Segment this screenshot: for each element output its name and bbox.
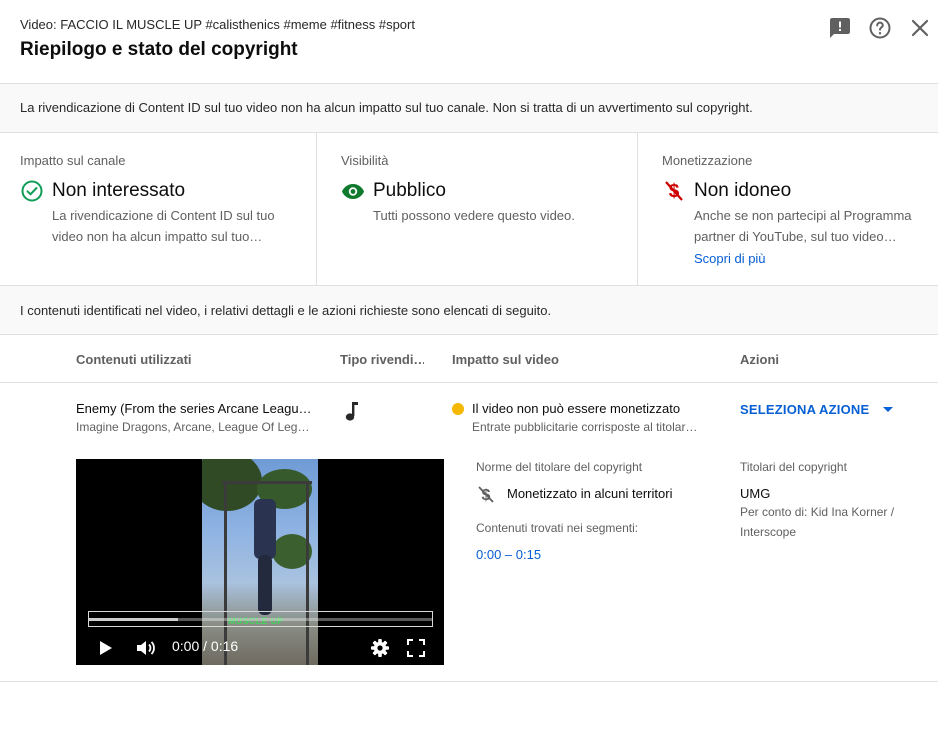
no-money-icon: $ [662, 179, 686, 203]
owner-name: UMG [740, 486, 771, 501]
column-header-actions: Azioni [740, 352, 779, 367]
volume-icon[interactable] [134, 637, 156, 659]
help-icon[interactable] [868, 16, 892, 40]
palm-shape [202, 459, 262, 511]
divider [0, 382, 938, 383]
music-note-icon [342, 400, 362, 422]
monetization-card: Monetizzazione $ Non idoneo Anche se non… [637, 133, 938, 285]
owners-label: Titolari del copyright [740, 460, 847, 474]
time-display: 0:00 / 0:16 [172, 638, 239, 654]
athlete-figure [254, 499, 276, 559]
card-label: Impatto sul canale [20, 153, 126, 168]
learn-more-link[interactable]: Scopri di più [694, 251, 766, 266]
segments-label: Contenuti trovati nei segmenti: [476, 521, 639, 535]
identified-content-notice: I contenuti identificati nel video, i re… [0, 286, 938, 335]
segment-link[interactable]: 0:00 – 0:15 [476, 547, 541, 562]
play-icon[interactable] [94, 637, 116, 659]
video-title: Video: FACCIO IL MUSCLE UP #calisthenics… [20, 17, 415, 32]
page-title: Riepilogo e stato del copyright [20, 39, 298, 60]
fullscreen-icon[interactable] [405, 637, 427, 659]
channel-impact-card: Impatto sul canale Non interessato La ri… [0, 133, 316, 285]
progress-buffered [89, 618, 179, 621]
card-description: La rivendicazione di Content ID sul tuo … [52, 208, 275, 244]
video-player[interactable]: MUSCLE UP 0:00 / 0:16 [76, 459, 444, 665]
card-label: Monetizzazione [662, 153, 753, 168]
check-circle-icon [20, 179, 44, 203]
column-header-claim-type: Tipo rivendi… [340, 352, 424, 367]
eye-icon [341, 179, 365, 203]
bar-post [306, 481, 309, 665]
summary-cards: Impatto sul canale Non interessato La ri… [0, 133, 938, 286]
policy-value: Monetizzato in alcuni territori [507, 486, 673, 501]
policy-label: Norme del titolare del copyright [476, 460, 643, 474]
card-value: Non interessato [52, 180, 186, 201]
video-frame [202, 459, 318, 665]
dialog-header: Video: FACCIO IL MUSCLE UP #calisthenics… [0, 0, 938, 84]
column-header-content: Contenuti utilizzati [76, 352, 192, 367]
caret-down-icon [883, 406, 894, 412]
card-label: Visibilità [341, 153, 389, 168]
content-title[interactable]: Enemy (From the series Arcane Leagu… [76, 401, 312, 416]
close-icon[interactable] [908, 16, 932, 40]
card-value: Non idoneo [694, 180, 792, 201]
card-value: Pubblico [373, 180, 446, 201]
card-description: Anche se non partecipi al Programma part… [694, 208, 912, 244]
divider [0, 681, 938, 682]
column-header-impact: Impatto sul video [452, 352, 559, 367]
visibility-card: Visibilità Pubblico Tutti possono vedere… [316, 133, 637, 285]
select-action-button[interactable]: SELEZIONA AZIONE [740, 400, 894, 418]
no-money-icon: $ [476, 484, 496, 504]
progress-bar[interactable] [88, 611, 433, 627]
content-artists: Imagine Dragons, Arcane, League Of Leg… [76, 420, 310, 434]
settings-gear-icon[interactable] [369, 637, 391, 659]
on-behalf-of: Per conto di: Kid Ina Korner / Interscop… [740, 505, 895, 539]
status-dot [452, 403, 464, 415]
athlete-legs [258, 555, 272, 615]
content-id-notice: La rivendicazione di Content ID sul tuo … [0, 84, 938, 133]
impact-subtitle: Entrate pubblicitarie corrisposte al tit… [472, 420, 698, 434]
feedback-icon[interactable] [828, 16, 852, 40]
select-action-label: SELEZIONA AZIONE [740, 401, 870, 417]
pull-up-bar [222, 481, 312, 484]
card-description: Tutti possono vedere questo video. [373, 208, 575, 223]
impact-title: Il video non può essere monetizzato [472, 401, 681, 416]
